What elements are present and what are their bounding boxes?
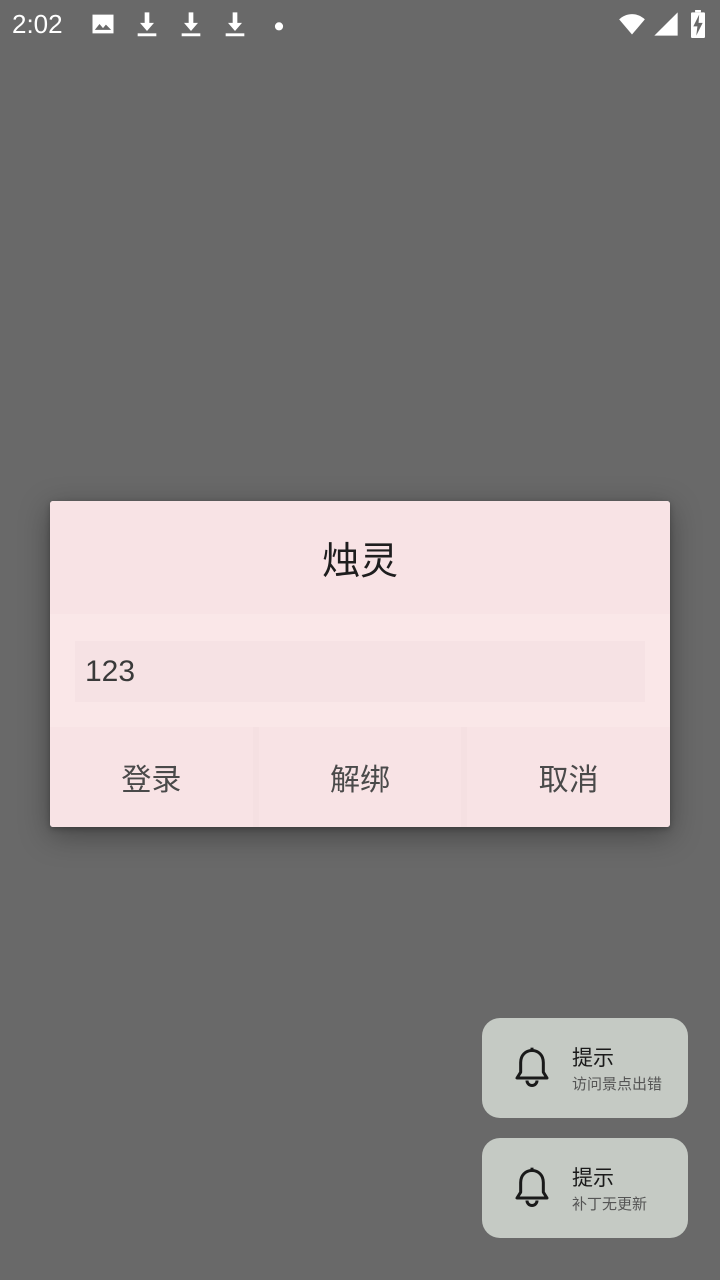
toast-notification[interactable]: 提示 补丁无更新: [482, 1138, 688, 1238]
battery-charging-icon: [688, 10, 708, 38]
download-icon: [133, 10, 161, 38]
download-icon: [221, 10, 249, 38]
wifi-icon: [616, 10, 648, 38]
toast-notification[interactable]: 提示 访问景点出错: [482, 1018, 688, 1118]
cancel-button[interactable]: 取消: [467, 727, 670, 827]
dialog-title: 烛灵: [50, 501, 670, 614]
bell-icon: [512, 1166, 552, 1210]
toast-title: 提示: [572, 1166, 614, 1190]
bell-icon: [512, 1046, 552, 1090]
account-input[interactable]: [75, 641, 645, 702]
dialog-body: [50, 614, 670, 727]
login-dialog: 烛灵 登录 解绑 取消: [50, 501, 670, 827]
login-button[interactable]: 登录: [50, 727, 259, 827]
dot-icon: [265, 10, 293, 38]
toast-title: 提示: [572, 1046, 614, 1070]
status-bar: 2:02: [0, 0, 720, 48]
toast-text: 补丁无更新: [572, 1195, 648, 1213]
signal-icon: [652, 10, 680, 38]
status-time: 2:02: [12, 9, 63, 39]
download-icon: [177, 10, 205, 38]
toast-text: 访问景点出错: [572, 1075, 663, 1093]
image-icon: [89, 10, 117, 38]
dialog-button-bar: 登录 解绑 取消: [50, 727, 670, 827]
unbind-button[interactable]: 解绑: [258, 727, 468, 827]
